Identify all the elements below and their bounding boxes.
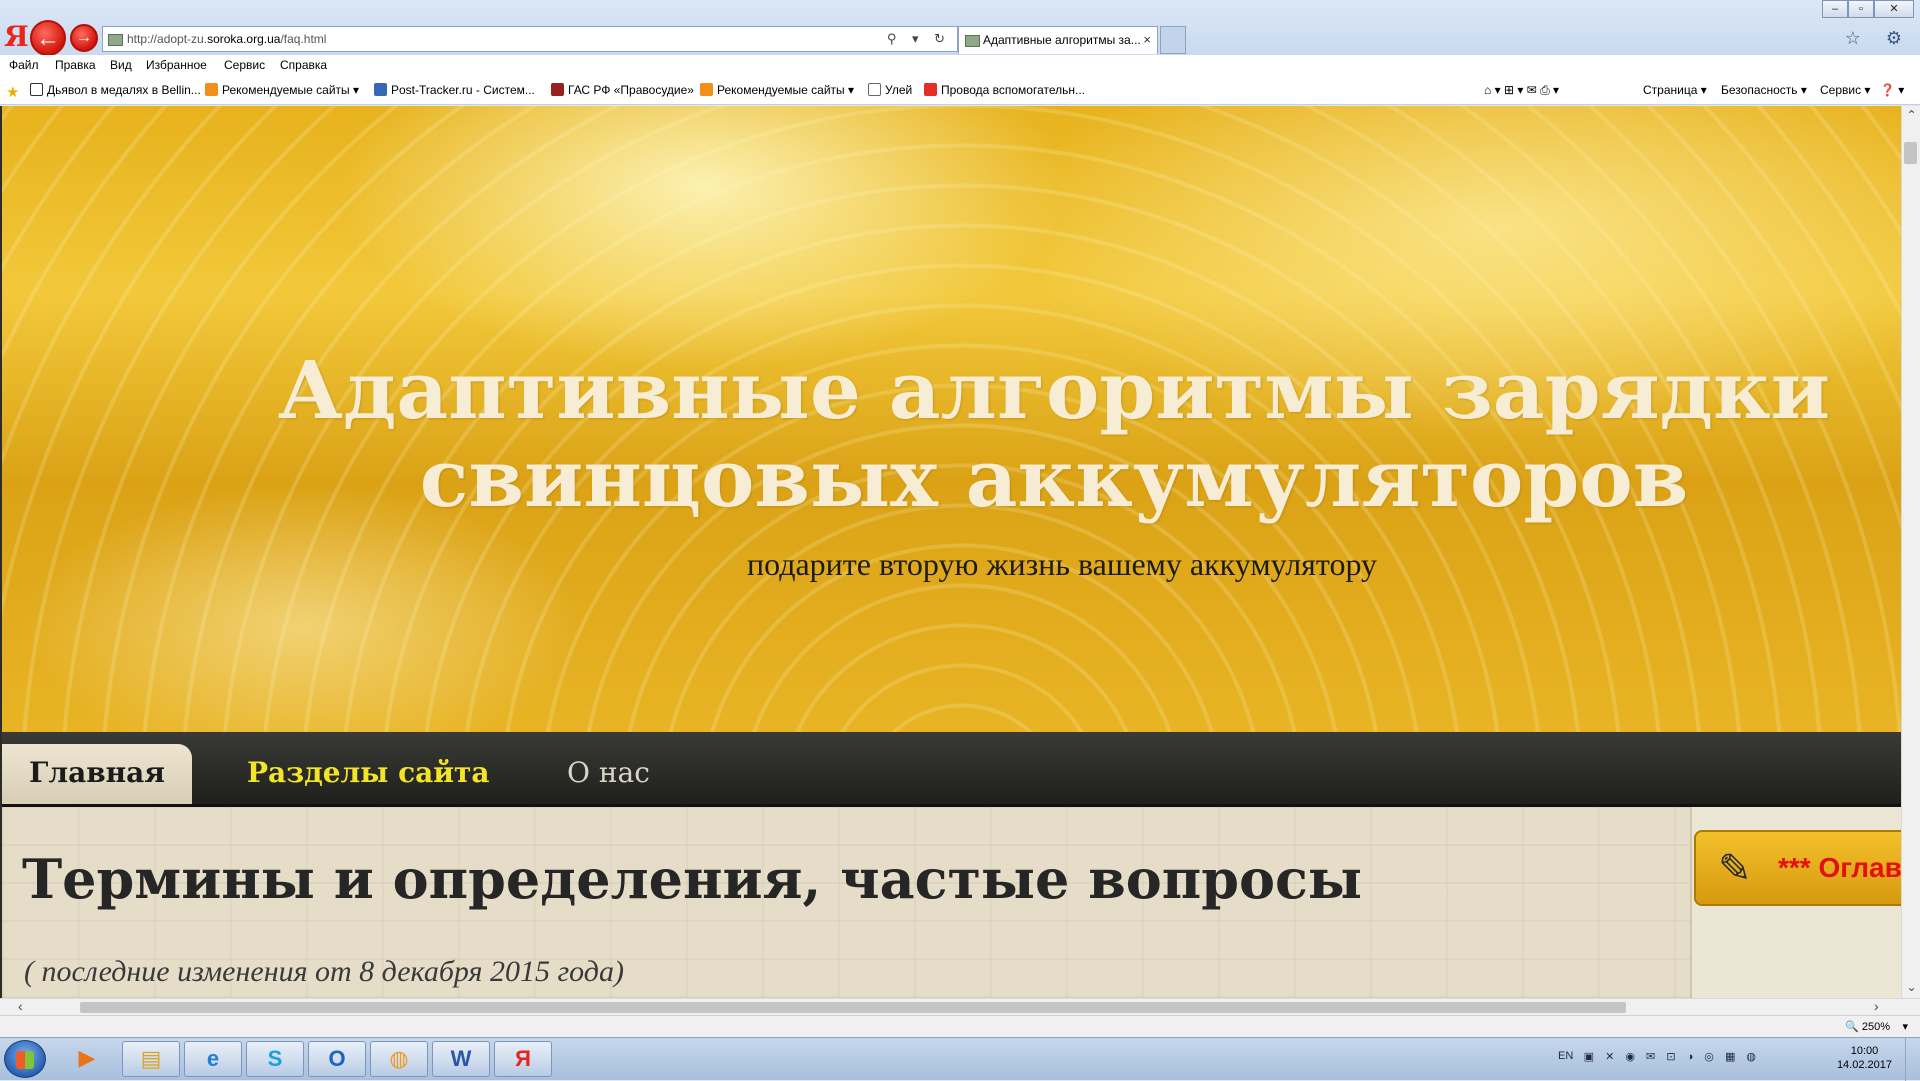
security-menu[interactable]: Безопасность ▾	[1721, 83, 1807, 97]
menu-view[interactable]: Вид	[110, 58, 132, 72]
menu-edit[interactable]: Правка	[55, 58, 96, 72]
yandex-logo-icon[interactable]: Я	[4, 20, 29, 53]
window-controls: – ▫ ✕	[1822, 0, 1914, 18]
scroll-up-icon[interactable]: ⌃	[1902, 108, 1920, 122]
taskbar-word-icon[interactable]: W	[432, 1041, 490, 1077]
favorite-item[interactable]: Рекомендуемые сайты ▾	[205, 83, 359, 97]
menu-file[interactable]: Файл	[9, 58, 39, 72]
back-button[interactable]: ←	[30, 20, 66, 56]
minimize-button[interactable]: –	[1822, 0, 1848, 18]
site-favicon-icon	[108, 34, 123, 46]
system-tray-icons[interactable]: ▣ ✕ ◉ ✉ ⊡ ◑ ◎ ▦ ◍	[1584, 1050, 1760, 1063]
address-suffix: /faq.html	[280, 32, 327, 46]
hive-icon	[868, 83, 881, 96]
table-of-contents-button[interactable]: ✎ *** Оглавление	[1694, 830, 1914, 906]
taskbar-internet-explorer-icon[interactable]: e	[184, 1041, 242, 1077]
menu-bar: Файл Правка Вид Избранное Сервис Справка	[0, 55, 1920, 77]
taskbar-app-icon[interactable]: ◍	[370, 1041, 428, 1077]
page-icon	[30, 83, 43, 96]
address-prefix: http://adopt-zu.	[127, 32, 208, 46]
page-title: Термины и определения, частые вопросы	[22, 847, 1363, 911]
taskbar-yandex-browser-icon[interactable]: Я	[494, 1041, 552, 1077]
zoom-level[interactable]: 🔍 250%	[1845, 1020, 1890, 1033]
zoom-dropdown-icon[interactable]: ▾	[1902, 1020, 1908, 1033]
command-icons[interactable]: ⌂ ▾ ⊞ ▾ ✉ ⎙ ▾	[1484, 83, 1559, 98]
gas-icon	[551, 83, 564, 96]
maximize-button[interactable]: ▫	[1848, 0, 1874, 18]
horizontal-scrollbar[interactable]: ‹ ›	[0, 998, 1920, 1015]
show-desktop-button[interactable]	[1905, 1038, 1920, 1081]
taskbar-outlook-icon[interactable]: O	[308, 1041, 366, 1077]
status-bar: 🔍 250% ▾	[0, 1015, 1920, 1037]
menu-help[interactable]: Справка	[280, 58, 327, 72]
favorite-item[interactable]: Дьявол в медалях в Bellin...	[30, 83, 201, 97]
windows-logo-icon	[16, 1051, 34, 1069]
post-tracker-icon	[374, 83, 387, 96]
last-modified-note: ( последние изменения от 8 декабря 2015 …	[24, 955, 624, 988]
vertical-scrollbar[interactable]: ⌃ ⌄	[1901, 106, 1920, 998]
service-menu[interactable]: Сервис ▾	[1820, 83, 1870, 97]
site-subtitle: подарите вторую жизнь вашему аккумулятор…	[746, 546, 1378, 582]
close-button[interactable]: ✕	[1874, 0, 1914, 18]
clock-time: 10:00	[1850, 1045, 1879, 1057]
site-header: Адаптивные алгоритмы зарядки свинцовых а…	[2, 106, 1901, 732]
clock-date: 14.02.2017	[1836, 1059, 1892, 1071]
scroll-left-icon[interactable]: ‹	[18, 998, 23, 1014]
favorite-item[interactable]: Post-Tracker.ru - Систем...	[374, 83, 535, 97]
address-domain: soroka.org.ua	[207, 32, 281, 46]
taskbar-clock[interactable]: 10:00 14.02.2017	[1837, 1044, 1892, 1072]
address-bar[interactable]: http://adopt-zu.soroka.org.ua/faq.html ⚲…	[102, 26, 958, 52]
page-menu[interactable]: Страница ▾	[1643, 83, 1707, 97]
nav-about[interactable]: О нас	[567, 744, 650, 804]
menu-favorites[interactable]: Избранное	[146, 58, 207, 72]
add-favorites-icon[interactable]: ★	[6, 83, 23, 101]
browser-tab[interactable]: Адаптивные алгоритмы за... ×	[958, 26, 1158, 54]
tab-favicon-icon	[965, 35, 980, 47]
help-icon[interactable]: ❓ ▾	[1880, 83, 1904, 97]
taskbar-media-player-icon[interactable]: ▶	[58, 1041, 116, 1077]
site-title: Адаптивные алгоритмы зарядки свинцовых а…	[277, 343, 1831, 525]
forward-button[interactable]: →	[70, 24, 98, 52]
menu-tools[interactable]: Сервис	[224, 58, 265, 72]
language-indicator[interactable]: EN	[1558, 1050, 1573, 1062]
favorites-settings-icon[interactable]: ☆ ⚙	[1845, 28, 1912, 49]
taskbar-skype-icon[interactable]: S	[246, 1041, 304, 1077]
new-tab-button[interactable]	[1160, 26, 1186, 54]
nav-sections[interactable]: Разделы сайта	[247, 744, 490, 804]
start-button[interactable]	[4, 1040, 46, 1078]
site-navbar: Главная Разделы сайта О нас	[2, 732, 1901, 807]
windows-taskbar: ▶ ▤ e S O ◍ W Я EN ▣ ✕ ◉ ✉ ⊡ ◑ ◎ ▦ ◍ 10:…	[0, 1037, 1920, 1081]
toc-label: *** Оглавление	[1778, 852, 1912, 883]
content-area: Термины и определения, частые вопросы ( …	[2, 807, 1901, 998]
favorite-item[interactable]: Провода вспомогательн...	[924, 83, 1085, 97]
rss-icon	[205, 83, 218, 96]
page-viewport: Адаптивные алгоритмы зарядки свинцовых а…	[0, 106, 1901, 998]
address-search-refresh-icon[interactable]: ⚲ ▾ ↻	[887, 27, 951, 51]
nav-home[interactable]: Главная	[2, 744, 192, 804]
tab-title: Адаптивные алгоритмы за...	[983, 33, 1141, 47]
pencil-icon: ✎	[1718, 847, 1752, 891]
browser-titlebar: Я ← → http://adopt-zu.soroka.org.ua/faq.…	[0, 0, 1920, 56]
scroll-right-icon[interactable]: ›	[1874, 998, 1879, 1014]
youtube-icon	[924, 83, 937, 96]
tab-close-icon[interactable]: ×	[1143, 27, 1151, 53]
favorites-bar: ★ Дьявол в медалях в Bellin... Рекоменду…	[0, 77, 1920, 105]
horizontal-scroll-thumb[interactable]	[80, 1002, 1626, 1013]
taskbar-file-explorer-icon[interactable]: ▤	[122, 1041, 180, 1077]
favorite-item[interactable]: Улей	[868, 83, 912, 97]
rss-icon	[700, 83, 713, 96]
favorite-item[interactable]: ГАС РФ «Правосудие»	[551, 83, 694, 97]
scroll-down-icon[interactable]: ⌄	[1902, 980, 1920, 994]
vertical-scroll-thumb[interactable]	[1904, 142, 1917, 164]
favorite-item[interactable]: Рекомендуемые сайты ▾	[700, 83, 854, 97]
